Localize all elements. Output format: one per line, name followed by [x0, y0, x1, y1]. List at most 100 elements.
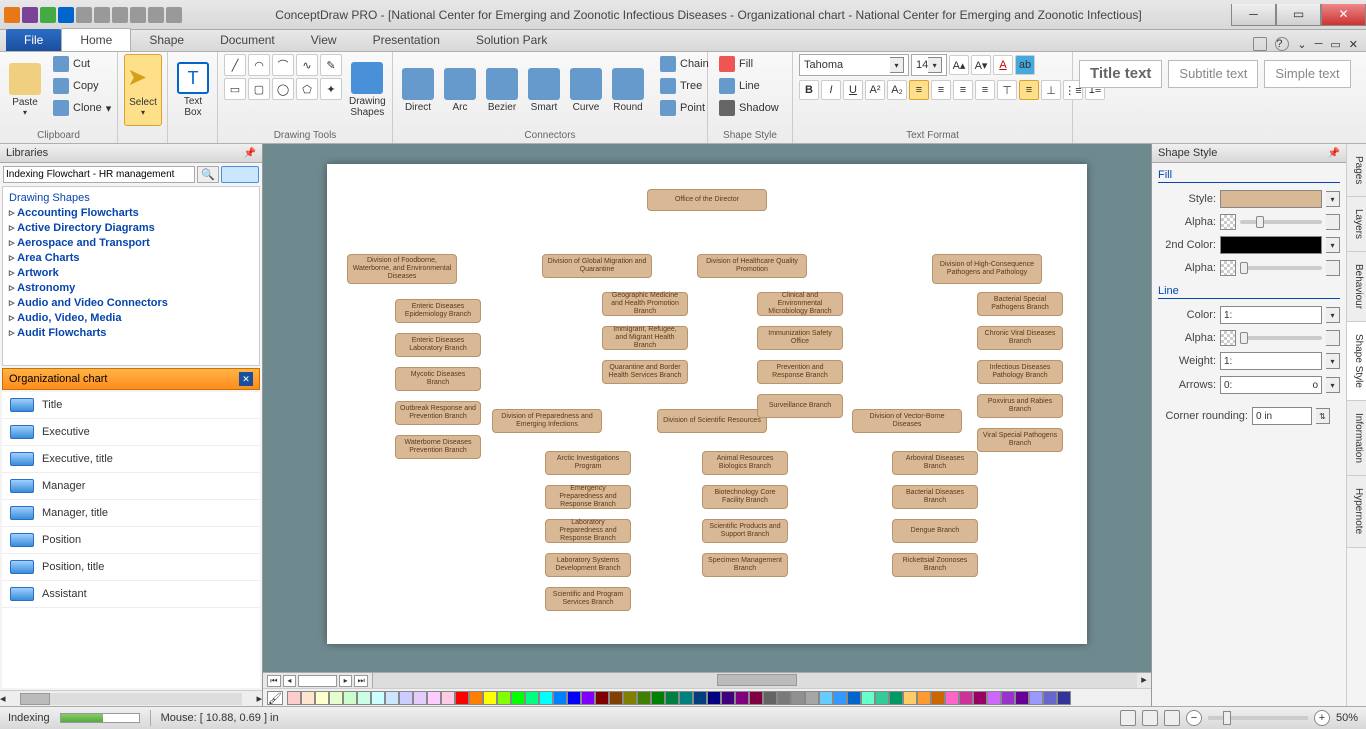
zoom-out-button[interactable]: − [1186, 710, 1202, 726]
align-justify-button[interactable]: ≡ [975, 80, 995, 100]
color-swatch[interactable] [497, 691, 511, 705]
color-swatch[interactable] [651, 691, 665, 705]
color-swatch[interactable] [931, 691, 945, 705]
paste-button[interactable]: Paste▾ [6, 54, 44, 126]
zoom-slider[interactable] [1208, 716, 1308, 720]
color-swatch[interactable] [847, 691, 861, 705]
arc-tool[interactable]: ⌒ [272, 54, 294, 76]
side-tab-shape-style[interactable]: Shape Style [1347, 322, 1366, 401]
arrows-select[interactable]: 0:o [1220, 376, 1322, 394]
dropdown-icon[interactable]: ▾ [1326, 237, 1340, 253]
point-button[interactable]: Point [655, 98, 714, 118]
color-swatch[interactable] [539, 691, 553, 705]
org-node[interactable]: Scientific Products and Support Branch [702, 519, 788, 543]
drawing-shapes-button[interactable]: Drawing Shapes [346, 54, 389, 126]
library-tree-item[interactable]: Aerospace and Transport [7, 235, 255, 250]
dropdown-icon[interactable]: ▾ [1326, 307, 1340, 323]
copy-button[interactable]: Copy [48, 76, 116, 96]
connector-round[interactable]: Round [609, 54, 647, 126]
poly-tool[interactable]: ⬠ [296, 78, 318, 100]
canvas-h-scrollbar[interactable] [373, 673, 1137, 688]
org-node[interactable]: Scientific and Program Services Branch [545, 587, 631, 611]
color-swatch[interactable] [763, 691, 777, 705]
qa-icon[interactable] [148, 7, 164, 23]
style-subtitle[interactable]: Subtitle text [1168, 60, 1258, 88]
color-swatch[interactable] [315, 691, 329, 705]
clone-button[interactable]: Clone ▾ [48, 98, 116, 118]
org-node[interactable]: Division of Healthcare Quality Promotion [697, 254, 807, 278]
qa-icon[interactable] [22, 7, 38, 23]
line-weight-select[interactable]: 1: [1220, 352, 1322, 370]
color2-alpha-slider[interactable] [1240, 266, 1322, 270]
font-size-select[interactable]: 14▾ [911, 54, 947, 76]
fit-page-icon[interactable] [1142, 710, 1158, 726]
org-node[interactable]: Arboviral Diseases Branch [892, 451, 978, 475]
connector-direct[interactable]: Direct [399, 54, 437, 126]
color-swatch[interactable] [735, 691, 749, 705]
second-color-select[interactable] [1220, 236, 1322, 254]
help-icon[interactable]: ? [1275, 37, 1289, 51]
superscript-button[interactable]: A² [865, 80, 885, 100]
page-tab[interactable] [298, 675, 337, 687]
qa-icon[interactable] [94, 7, 110, 23]
org-node[interactable]: Mycotic Diseases Branch [395, 367, 481, 391]
color-swatch[interactable] [945, 691, 959, 705]
color-swatch[interactable] [693, 691, 707, 705]
org-node[interactable]: Geographic Medicine and Health Promotion… [602, 292, 688, 316]
org-node[interactable]: Clinical and Environmental Microbiology … [757, 292, 843, 316]
last-page-icon[interactable]: ⏭ [354, 675, 368, 687]
side-tab-layers[interactable]: Layers [1347, 197, 1366, 252]
org-node[interactable]: Division of Foodborne, Waterborne, and E… [347, 254, 457, 284]
valign-bot-button[interactable]: ⊥ [1041, 80, 1061, 100]
grow-font-button[interactable]: A▴ [949, 55, 969, 75]
minimize-button[interactable]: ─ [1231, 4, 1276, 26]
close-icon[interactable]: ✕ [239, 372, 253, 386]
select-tool[interactable]: ➤Select▾ [124, 54, 162, 126]
fill-button[interactable]: Fill [714, 54, 784, 74]
align-center-button[interactable]: ≡ [931, 80, 951, 100]
color-swatch[interactable] [525, 691, 539, 705]
color-swatch[interactable] [1001, 691, 1015, 705]
library-view-toggle[interactable] [221, 166, 259, 183]
color-swatch[interactable] [357, 691, 371, 705]
color-swatch[interactable] [707, 691, 721, 705]
color-swatch[interactable] [903, 691, 917, 705]
qa-icon[interactable] [58, 7, 74, 23]
canvas-viewport[interactable]: Office of the DirectorDivision of Foodbo… [263, 144, 1151, 672]
org-node[interactable]: Division of Global Migration and Quarant… [542, 254, 652, 278]
zoom-in-button[interactable]: + [1314, 710, 1330, 726]
color-swatch[interactable] [777, 691, 791, 705]
pin-icon[interactable]: 📌 [244, 148, 256, 159]
qa-icon[interactable] [40, 7, 56, 23]
font-select[interactable]: Tahoma▾ [799, 54, 909, 76]
alpha-input[interactable] [1326, 214, 1340, 230]
shape-item[interactable]: Position, title [2, 554, 260, 581]
color-swatch[interactable] [399, 691, 413, 705]
color-swatch[interactable] [749, 691, 763, 705]
mdi-min-icon[interactable]: ─ [1315, 38, 1323, 50]
corner-rounding-input[interactable]: 0 in [1252, 407, 1312, 425]
maximize-button[interactable]: ▭ [1276, 4, 1321, 26]
org-node[interactable]: Enteric Diseases Epidemiology Branch [395, 299, 481, 323]
tab-shape[interactable]: Shape [131, 29, 202, 51]
alpha-input[interactable] [1326, 330, 1340, 346]
shape-item[interactable]: Title [2, 392, 260, 419]
side-tab-behaviour[interactable]: Behaviour [1347, 252, 1366, 322]
dropdown-icon[interactable]: ▾ [1326, 377, 1340, 393]
org-node[interactable]: Laboratory Preparedness and Response Bra… [545, 519, 631, 543]
org-node[interactable]: Bacterial Special Pathogens Branch [977, 292, 1063, 316]
line-alpha-slider[interactable] [1240, 336, 1322, 340]
library-search-input[interactable] [3, 166, 195, 183]
color-swatch[interactable] [553, 691, 567, 705]
org-node[interactable]: Rickettsial Zoonoses Branch [892, 553, 978, 577]
color-swatch[interactable] [1015, 691, 1029, 705]
valign-mid-button[interactable]: ≡ [1019, 80, 1039, 100]
library-tree[interactable]: Drawing ShapesAccounting FlowchartsActiv… [2, 186, 260, 366]
valign-top-button[interactable]: ⊤ [997, 80, 1017, 100]
fit-width-icon[interactable] [1164, 710, 1180, 726]
align-right-button[interactable]: ≡ [953, 80, 973, 100]
pencil-tool[interactable]: ✎ [320, 54, 342, 76]
color-swatch[interactable] [595, 691, 609, 705]
tab-document[interactable]: Document [202, 29, 293, 51]
color-swatch[interactable] [875, 691, 889, 705]
